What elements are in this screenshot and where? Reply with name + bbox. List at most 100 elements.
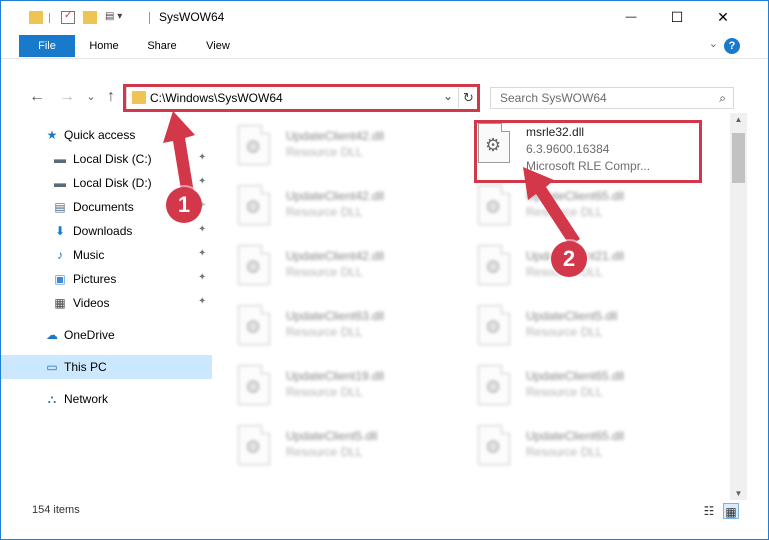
- properties-icon[interactable]: ✓: [61, 10, 75, 24]
- file-name: UpdateClient42.dll: [286, 249, 385, 263]
- sidebar-item-label: Pictures: [73, 272, 117, 286]
- details-view-icon[interactable]: ☷: [701, 503, 717, 519]
- maximize-button[interactable]: ☐: [654, 1, 700, 33]
- document-icon: ▤: [54, 200, 66, 214]
- file-name: UpdateClient65.dll: [526, 189, 625, 203]
- quick-access-separator: [49, 13, 50, 23]
- tab-share[interactable]: Share: [139, 33, 185, 59]
- cloud-icon: ☁: [46, 328, 58, 342]
- tab-view[interactable]: View: [195, 33, 241, 59]
- dll-file-icon: ⚙: [478, 245, 510, 285]
- list-item[interactable]: ⚙ UpdateClient63.dll Resource DLL: [220, 299, 450, 355]
- tab-home[interactable]: Home: [81, 33, 127, 59]
- gear-icon: ⚙: [485, 197, 502, 217]
- dll-file-icon: ⚙: [238, 425, 270, 465]
- explorer-window: ✓ ▤ ▾ SysWOW64 — ☐ ✕ File Home Share Vie…: [0, 0, 769, 540]
- sidebar-item-label: Quick access: [64, 128, 136, 142]
- pin-icon[interactable]: ✦: [198, 248, 206, 259]
- gear-icon: ⚙: [245, 437, 262, 457]
- gear-icon: ⚙: [245, 197, 262, 217]
- dll-file-icon: ⚙: [478, 425, 510, 465]
- sidebar-item-music[interactable]: ♪ Music ✦: [1, 243, 212, 267]
- gear-icon: ⚙: [485, 317, 502, 337]
- customize-toolbar-icon[interactable]: ▤ ▾: [105, 11, 129, 24]
- sidebar-item-videos[interactable]: ▦ Videos ✦: [1, 291, 212, 315]
- file-type: Resource DLL: [526, 325, 603, 339]
- pin-icon[interactable]: ✦: [198, 176, 206, 187]
- new-folder-icon[interactable]: [83, 11, 97, 24]
- sidebar-item-label: Network: [64, 392, 109, 406]
- help-button[interactable]: ?: [724, 38, 740, 54]
- file-name: UpdateClient65.dll: [526, 369, 625, 383]
- dll-file-icon: ⚙: [238, 365, 270, 405]
- search-input[interactable]: Search SysWOW64 ⌕: [490, 87, 734, 109]
- file-type: Resource DLL: [286, 445, 363, 459]
- sidebar-item-this-pc[interactable]: ▭ This PC: [1, 355, 212, 379]
- dll-file-icon: ⚙: [478, 305, 510, 345]
- sidebar-item-label: Videos: [73, 296, 110, 310]
- dll-file-icon: ⚙: [238, 185, 270, 225]
- list-item[interactable]: ⚙ UpdateClient19.dll Resource DLL: [220, 359, 450, 415]
- list-item[interactable]: ⚙ UpdateClient42.dll Resource DLL: [220, 119, 450, 175]
- sidebar-item-label: Local Disk (C:): [73, 152, 152, 166]
- gear-icon: ⚙: [245, 317, 262, 337]
- search-icon[interactable]: ⌕: [719, 91, 726, 106]
- list-item[interactable]: ⚙ UpdateClient42.dll Resource DLL: [220, 179, 450, 235]
- video-icon: ▦: [54, 296, 66, 310]
- sidebar-item-label: Music: [73, 248, 105, 262]
- drive-icon: ▬: [54, 176, 66, 190]
- pin-icon[interactable]: ✦: [198, 224, 206, 235]
- step-2-badge: 2: [551, 241, 587, 277]
- network-icon: ⛬: [47, 392, 57, 406]
- music-icon: ♪: [57, 248, 63, 262]
- download-icon: ⬇: [54, 224, 66, 238]
- title-bar: ✓ ▤ ▾ SysWOW64 — ☐ ✕: [1, 1, 768, 33]
- close-button[interactable]: ✕: [700, 1, 746, 33]
- file-name: UpdateClient65.dll: [526, 429, 625, 443]
- forward-button[interactable]: →: [57, 86, 77, 108]
- back-button[interactable]: ←: [27, 86, 47, 108]
- pin-icon[interactable]: ✦: [198, 272, 206, 283]
- sidebar-item-onedrive[interactable]: ☁ OneDrive: [1, 323, 212, 347]
- address-highlight: [123, 84, 480, 112]
- window-title: SysWOW64: [159, 10, 225, 24]
- folder-icon: [29, 11, 43, 24]
- gear-icon: ⚙: [485, 437, 502, 457]
- sidebar-item-local-disk-c[interactable]: ▬ Local Disk (C:) ✦: [1, 147, 212, 171]
- file-name: UpdateClient19.dll: [286, 369, 385, 383]
- navigation-pane: ★ Quick access ▬ Local Disk (C:) ✦ ▬ Loc…: [1, 119, 213, 499]
- up-button[interactable]: ↑: [101, 86, 121, 108]
- gear-icon: ⚙: [485, 257, 502, 277]
- search-placeholder: Search SysWOW64: [500, 91, 607, 105]
- list-item[interactable]: ⚙ UpdateClient65.dll Resource DLL: [460, 359, 690, 415]
- scrollbar-thumb[interactable]: [732, 133, 745, 183]
- sidebar-item-network[interactable]: ⛬ Network: [1, 387, 212, 411]
- file-name: UpdateClient42.dll: [286, 129, 385, 143]
- scroll-down-icon[interactable]: ▼: [730, 489, 747, 498]
- sidebar-item-quick-access[interactable]: ★ Quick access: [1, 123, 212, 147]
- ribbon-collapse-icon[interactable]: ⌄: [709, 37, 718, 50]
- large-icons-view-icon[interactable]: ▦: [723, 503, 739, 519]
- tab-file[interactable]: File: [19, 35, 75, 57]
- file-type: Resource DLL: [286, 385, 363, 399]
- sidebar-item-label: OneDrive: [64, 328, 115, 342]
- vertical-scrollbar[interactable]: ▲ ▼: [730, 113, 747, 500]
- scroll-up-icon[interactable]: ▲: [730, 115, 747, 124]
- computer-icon: ▭: [46, 360, 58, 374]
- dll-file-icon: ⚙: [238, 305, 270, 345]
- minimize-button[interactable]: —: [608, 1, 654, 33]
- file-type: Resource DLL: [526, 385, 603, 399]
- pin-icon[interactable]: ✦: [198, 296, 206, 307]
- file-highlight: [474, 120, 702, 183]
- list-item[interactable]: ⚙ UpdateClient42.dll Resource DLL: [220, 239, 450, 295]
- list-item[interactable]: ⚙ UpdateClient65.dll Resource DLL: [460, 419, 690, 475]
- drive-icon: ▬: [54, 152, 66, 166]
- sidebar-item-label: Local Disk (D:): [73, 176, 152, 190]
- dll-file-icon: ⚙: [478, 185, 510, 225]
- list-item[interactable]: ⚙ UpdateClient65.dll Resource DLL: [460, 179, 690, 235]
- list-item[interactable]: ⚙ UpdateClient5.dll Resource DLL: [460, 299, 690, 355]
- sidebar-item-pictures[interactable]: ▣ Pictures ✦: [1, 267, 212, 291]
- recent-locations-button[interactable]: ⌄: [81, 86, 101, 108]
- pin-icon[interactable]: ✦: [198, 152, 206, 163]
- list-item[interactable]: ⚙ UpdateClient5.dll Resource DLL: [220, 419, 450, 475]
